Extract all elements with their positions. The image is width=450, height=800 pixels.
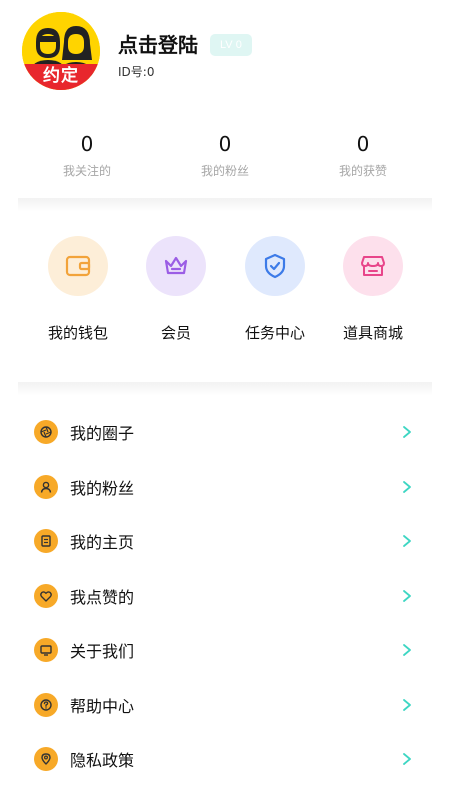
menu-item-my-fans[interactable]: 我的粉丝 xyxy=(18,460,432,515)
feature-grid: 我的钱包 会员 任务中心 道具商城 xyxy=(18,212,432,372)
menu-icon-badge xyxy=(34,638,58,663)
menu-label: 隐私政策 xyxy=(70,751,135,771)
stat-label: 我的获赞 xyxy=(338,164,387,178)
menu-item-my-homepage[interactable]: 我的主页 xyxy=(18,514,432,569)
stat-value: 0 xyxy=(218,132,232,156)
feature-icon-circle xyxy=(343,236,403,296)
feature-shop[interactable]: 道具商城 xyxy=(323,236,423,343)
feature-label: 道具商城 xyxy=(342,324,403,342)
stats-row: 0 我关注的 0 我的粉丝 0 我的获赞 xyxy=(18,120,432,196)
document-icon xyxy=(41,535,51,547)
feature-membership[interactable]: 会员 xyxy=(126,236,226,343)
menu-icon-badge xyxy=(34,692,58,717)
chevron-right-icon xyxy=(400,698,414,712)
menu-icon-badge xyxy=(34,420,58,445)
menu-label: 帮助中心 xyxy=(70,696,135,716)
menu-label: 我点赞的 xyxy=(70,587,135,607)
feature-icon-circle xyxy=(48,236,108,296)
menu-item-privacy-policy[interactable]: 隐私政策 xyxy=(18,732,432,787)
menu-label: 关于我们 xyxy=(70,642,135,662)
feature-label: 会员 xyxy=(160,324,191,342)
menu-icon-badge xyxy=(34,474,58,499)
feature-icon-circle xyxy=(146,236,206,296)
feature-task-center[interactable]: 任务中心 xyxy=(225,236,325,343)
chevron-right-icon xyxy=(400,480,414,494)
question-icon xyxy=(40,699,52,711)
menu-label: 我的圈子 xyxy=(70,424,135,444)
level-badge: LV 0 xyxy=(210,34,252,56)
user-id: ID号:0 xyxy=(118,65,155,79)
shield-check-icon xyxy=(264,253,286,279)
location-privacy-icon xyxy=(41,753,51,765)
feature-icon-circle xyxy=(245,236,305,296)
feature-label: 我的钱包 xyxy=(47,324,108,342)
wallet-icon xyxy=(65,255,91,277)
stat-following[interactable]: 0 我关注的 xyxy=(18,120,156,196)
chevron-right-icon xyxy=(400,752,414,766)
menu-item-help-center[interactable]: 帮助中心 xyxy=(18,678,432,733)
menu-item-my-circle[interactable]: 我的圈子 xyxy=(18,405,432,460)
monitor-icon xyxy=(40,645,52,656)
menu-item-my-likes[interactable]: 我点赞的 xyxy=(18,569,432,624)
profile-header: 约定 点击登陆 LV 0 ID号:0 xyxy=(0,0,450,110)
menu-icon-badge xyxy=(34,583,58,608)
user-icon xyxy=(40,481,52,493)
chevron-right-icon xyxy=(400,643,414,657)
feature-label: 任务中心 xyxy=(244,324,305,342)
chevron-right-icon xyxy=(400,425,414,439)
stat-likes[interactable]: 0 我的获赞 xyxy=(294,120,432,196)
menu-item-about-us[interactable]: 关于我们 xyxy=(18,623,432,678)
chevron-right-icon xyxy=(400,534,414,548)
section-divider xyxy=(18,382,432,396)
stat-value: 0 xyxy=(356,132,370,156)
menu-label: 我的主页 xyxy=(70,533,135,553)
heart-icon xyxy=(40,590,52,602)
avatar[interactable]: 约定 xyxy=(22,12,100,90)
stat-fans[interactable]: 0 我的粉丝 xyxy=(156,120,294,196)
menu-list: 我的圈子 我的粉丝 我的主页 我点赞的 关于我们 帮助中心 隐私政策 xyxy=(18,405,432,787)
feature-wallet[interactable]: 我的钱包 xyxy=(28,236,128,343)
section-divider xyxy=(18,198,432,212)
circle-aperture-icon xyxy=(40,426,52,438)
shop-icon xyxy=(361,256,385,276)
stat-label: 我关注的 xyxy=(62,164,111,178)
stat-label: 我的粉丝 xyxy=(200,164,249,178)
menu-label: 我的粉丝 xyxy=(70,478,135,498)
avatar-badge: 约定 xyxy=(22,64,100,90)
crown-icon xyxy=(164,256,188,275)
login-link[interactable]: 点击登陆 xyxy=(118,29,198,58)
menu-icon-badge xyxy=(34,747,58,772)
menu-icon-badge xyxy=(34,529,58,554)
chevron-right-icon xyxy=(400,589,414,603)
stat-value: 0 xyxy=(80,132,94,156)
